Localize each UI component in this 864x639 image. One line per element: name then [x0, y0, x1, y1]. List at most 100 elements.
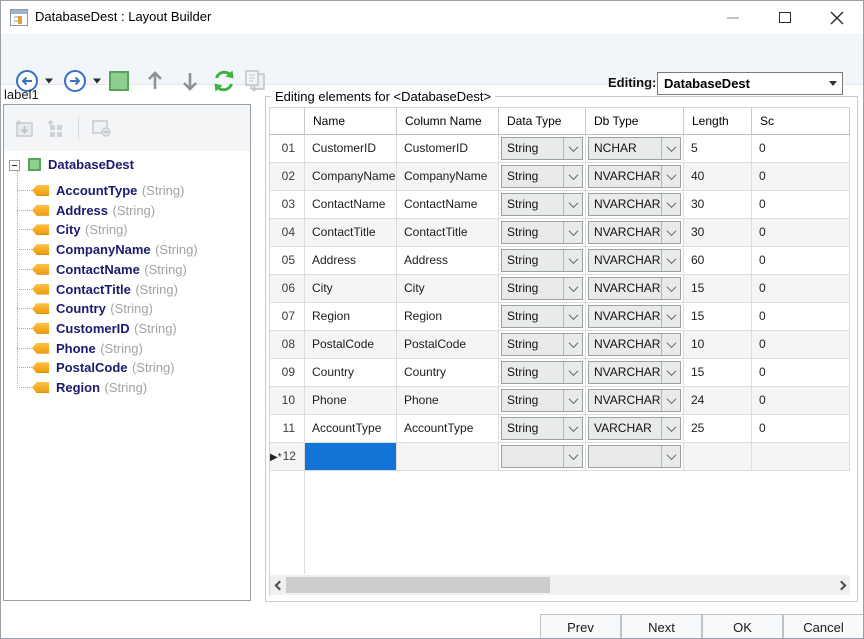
minimize-button[interactable] [707, 1, 759, 34]
data-type-combobox[interactable]: String [501, 389, 583, 412]
cell-06-length[interactable]: 15 [684, 275, 752, 303]
data-type-combobox[interactable]: String [501, 277, 583, 300]
cell-09-name[interactable]: Country [305, 359, 397, 387]
combo-dropdown-button[interactable] [563, 306, 582, 327]
cell-06-scale[interactable]: 0 [752, 275, 850, 303]
data-type-combobox[interactable]: String [501, 137, 583, 160]
combo-dropdown-button[interactable] [661, 306, 680, 327]
cell-04-db_type[interactable]: NVARCHAR [586, 219, 684, 247]
db-type-combobox[interactable]: NVARCHAR [588, 389, 681, 412]
cell-10-db_type[interactable]: NVARCHAR [586, 387, 684, 415]
add-element-button[interactable] [14, 119, 34, 138]
combo-dropdown-button[interactable] [661, 194, 680, 215]
cell-03-column_name[interactable]: ContactName [397, 191, 499, 219]
cell-11-scale[interactable]: 0 [752, 415, 850, 443]
combo-dropdown-button[interactable] [661, 278, 680, 299]
cell-11-column_name[interactable]: AccountType [397, 415, 499, 443]
db-type-combobox[interactable]: NVARCHAR [588, 333, 681, 356]
tree-node-companyname[interactable]: CompanyName (String) [4, 240, 250, 259]
combo-dropdown-button[interactable] [563, 222, 582, 243]
close-button[interactable] [811, 1, 863, 34]
cell-02-column_name[interactable]: CompanyName [397, 163, 499, 191]
tree-node-root[interactable]: DatabaseDest [4, 156, 250, 175]
tree-expander-icon[interactable] [9, 160, 20, 171]
cell-04-length[interactable]: 30 [684, 219, 752, 247]
db-type-combobox[interactable]: NVARCHAR [588, 277, 681, 300]
stop-button[interactable] [109, 71, 129, 91]
cell-12-db_type[interactable] [586, 443, 684, 471]
cell-01-db_type[interactable]: NCHAR [586, 135, 684, 163]
row-header-06[interactable]: 06 [270, 275, 305, 303]
cell-02-scale[interactable]: 0 [752, 163, 850, 191]
row-header-04[interactable]: 04 [270, 219, 305, 247]
back-dropdown-button[interactable] [45, 79, 53, 84]
cell-09-db_type[interactable]: NVARCHAR [586, 359, 684, 387]
tree-node-contactname[interactable]: ContactName (String) [4, 260, 250, 279]
cell-04-data_type[interactable]: String [499, 219, 586, 247]
editing-combobox[interactable]: DatabaseDest [657, 72, 843, 95]
cell-06-column_name[interactable]: City [397, 275, 499, 303]
scroll-right-button[interactable] [832, 575, 850, 595]
combo-dropdown-button[interactable] [661, 166, 680, 187]
cell-01-length[interactable]: 5 [684, 135, 752, 163]
cell-06-name[interactable]: City [305, 275, 397, 303]
data-type-combobox[interactable]: String [501, 417, 583, 440]
tree-node-phone[interactable]: Phone (String) [4, 339, 250, 358]
cell-03-data_type[interactable]: String [499, 191, 586, 219]
row-header-11[interactable]: 11 [270, 415, 305, 443]
cell-10-data_type[interactable]: String [499, 387, 586, 415]
cell-06-db_type[interactable]: NVARCHAR [586, 275, 684, 303]
row-header-10[interactable]: 10 [270, 387, 305, 415]
row-header-02[interactable]: 02 [270, 163, 305, 191]
cell-10-column_name[interactable]: Phone [397, 387, 499, 415]
cell-08-name[interactable]: PostalCode [305, 331, 397, 359]
cell-08-data_type[interactable]: String [499, 331, 586, 359]
combo-dropdown-button[interactable] [661, 418, 680, 439]
cell-01-column_name[interactable]: CustomerID [397, 135, 499, 163]
cell-02-name[interactable]: CompanyName [305, 163, 397, 191]
tree-node-contacttitle[interactable]: ContactTitle (String) [4, 280, 250, 299]
cell-11-db_type[interactable]: VARCHAR [586, 415, 684, 443]
tree-node-region[interactable]: Region (String) [4, 378, 250, 397]
row-header-05[interactable]: 05 [270, 247, 305, 275]
cell-01-data_type[interactable]: String [499, 135, 586, 163]
next-button[interactable]: Next [621, 614, 702, 639]
data-type-combobox[interactable]: String [501, 221, 583, 244]
row-header-01[interactable]: 01 [270, 135, 305, 163]
cell-04-name[interactable]: ContactTitle [305, 219, 397, 247]
cell-02-db_type[interactable]: NVARCHAR [586, 163, 684, 191]
row-header-12[interactable]: ▶*12 [270, 443, 305, 471]
cell-09-column_name[interactable]: Country [397, 359, 499, 387]
maximize-button[interactable] [759, 1, 811, 34]
combo-dropdown-button[interactable] [563, 418, 582, 439]
column-header-db-type[interactable]: Db Type [586, 107, 684, 135]
cell-01-scale[interactable]: 0 [752, 135, 850, 163]
column-header-corner[interactable] [270, 107, 305, 135]
add-elements-button[interactable] [46, 119, 66, 138]
cell-10-scale[interactable]: 0 [752, 387, 850, 415]
horizontal-scrollbar[interactable] [270, 575, 850, 595]
cell-09-scale[interactable]: 0 [752, 359, 850, 387]
cell-03-name[interactable]: ContactName [305, 191, 397, 219]
cell-12-scale[interactable] [752, 443, 850, 471]
cell-05-length[interactable]: 60 [684, 247, 752, 275]
combo-dropdown-button[interactable] [563, 390, 582, 411]
cell-05-scale[interactable]: 0 [752, 247, 850, 275]
tree-node-address[interactable]: Address (String) [4, 201, 250, 220]
cell-08-column_name[interactable]: PostalCode [397, 331, 499, 359]
move-down-button[interactable] [181, 71, 199, 91]
combo-dropdown-button[interactable] [563, 362, 582, 383]
combo-dropdown-button[interactable] [661, 446, 680, 467]
combo-dropdown-button[interactable] [563, 250, 582, 271]
cell-02-length[interactable]: 40 [684, 163, 752, 191]
cell-05-data_type[interactable]: String [499, 247, 586, 275]
cancel-button[interactable]: Cancel [783, 614, 864, 639]
cell-05-db_type[interactable]: NVARCHAR [586, 247, 684, 275]
combo-dropdown-button[interactable] [563, 446, 582, 467]
db-type-combobox[interactable]: NVARCHAR [588, 361, 681, 384]
row-header-03[interactable]: 03 [270, 191, 305, 219]
row-header-08[interactable]: 08 [270, 331, 305, 359]
combo-dropdown-button[interactable] [563, 194, 582, 215]
tree-node-customerid[interactable]: CustomerID (String) [4, 319, 250, 338]
data-type-combobox[interactable]: String [501, 249, 583, 272]
